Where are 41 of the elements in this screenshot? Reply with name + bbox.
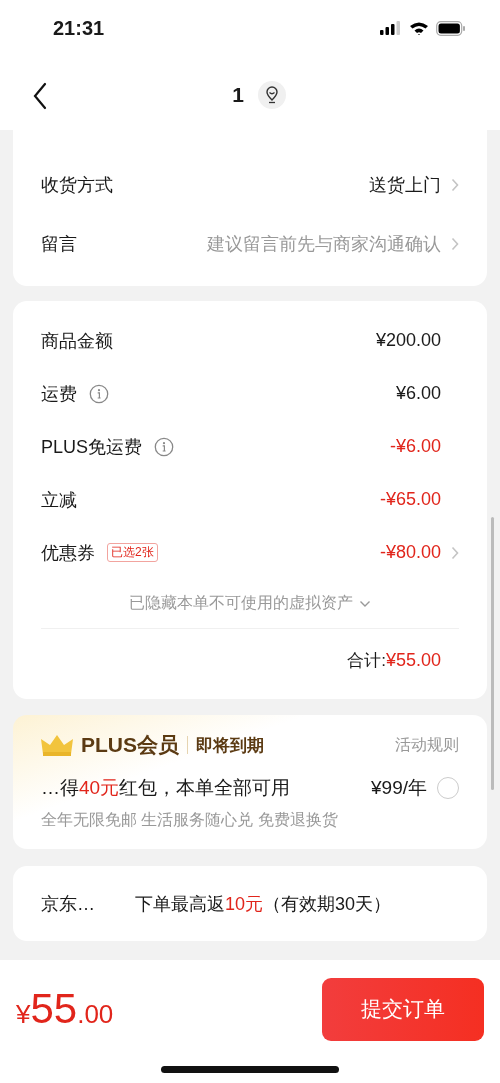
row-label: 留言 (41, 232, 77, 256)
rules-link[interactable]: 活动规则 (395, 734, 459, 756)
hidden-assets-link[interactable]: 已隐藏本单不可使用的虚拟资产 (129, 593, 353, 614)
coupon-tag: 已选2张 (107, 543, 158, 562)
total-amount: ¥55.00 (385, 649, 441, 671)
benefits-text: 全年无限免邮 生活服务随心兑 免费退换货 (41, 810, 339, 830)
offer-text: …得40元红包，本单全部可用 (41, 776, 291, 800)
chevron-right-icon (451, 177, 459, 192)
amount: ¥200.00 (375, 330, 441, 351)
battery-icon (436, 20, 466, 36)
amount: -¥80.00 (379, 542, 441, 563)
plus-brand: PLUS会员 (81, 732, 179, 758)
amount: -¥6.00 (389, 436, 441, 457)
location-pin-icon[interactable] (257, 81, 286, 109)
total-label: 合计: (347, 649, 386, 672)
page-title: 1 (232, 83, 244, 107)
row-value[interactable]: 送货上门 (369, 172, 441, 197)
submit-order-button[interactable]: 提交订单 (322, 977, 484, 1041)
message-hint[interactable]: 建议留言前先与商家沟通确认 (207, 231, 441, 256)
row-label: PLUS免运费 (41, 435, 143, 459)
row-label: 立减 (41, 488, 77, 512)
row-label: 运费 (41, 382, 77, 406)
chevron-down-icon (359, 599, 371, 608)
price-integer: 55 (30, 985, 78, 1033)
signal-icon (380, 21, 402, 35)
rebate-text: 下单最高返10元（有效期30天） (135, 892, 392, 916)
membership-status: 即将到期 (196, 734, 264, 757)
chevron-right-icon (451, 236, 459, 251)
rebate-label: 京东… (41, 892, 95, 916)
row-label: 优惠券 (41, 541, 95, 565)
plus-price: ¥99/年 (371, 776, 427, 800)
row-label: 商品金额 (41, 329, 113, 353)
amount: -¥65.00 (379, 489, 441, 510)
row-label: 收货方式 (41, 173, 113, 197)
amount: ¥6.00 (395, 383, 441, 404)
price-decimals: .00 (77, 999, 114, 1030)
back-icon[interactable] (32, 82, 48, 110)
status-time: 21:31 (53, 16, 105, 41)
crown-icon (41, 734, 73, 756)
currency-sign: ¥ (16, 999, 31, 1030)
wifi-icon (409, 21, 429, 35)
